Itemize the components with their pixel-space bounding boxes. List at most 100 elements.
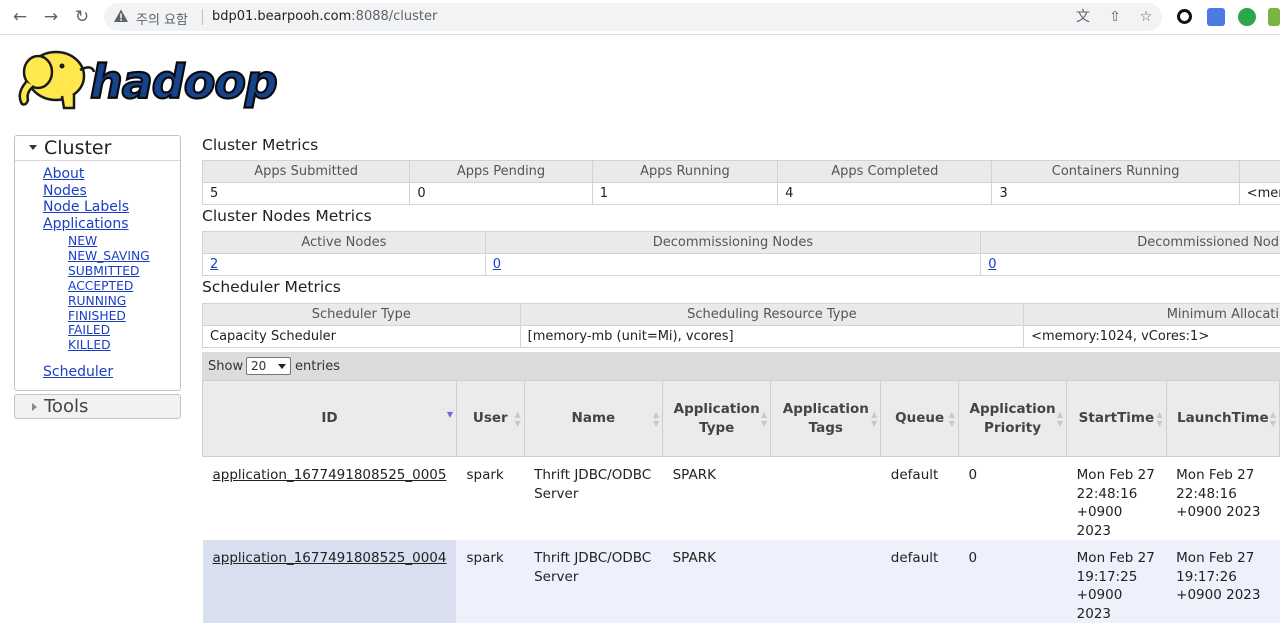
scheduler-metrics-table: Scheduler Type Scheduling Resource Type … xyxy=(202,303,1280,348)
app-user: spark xyxy=(456,540,525,623)
metrics-value: <mem xyxy=(1238,182,1280,205)
column-header-queue[interactable]: Queue ▲ ▼ xyxy=(880,380,959,457)
column-header-launch-time[interactable]: LaunchTime ▲ ▼ xyxy=(1165,380,1280,457)
forward-icon[interactable]: → xyxy=(40,6,62,28)
dropdown-caret-icon xyxy=(278,364,286,369)
column-header-label: User xyxy=(472,410,508,426)
nav-link-about[interactable]: About xyxy=(43,166,129,183)
share-icon[interactable]: ⇧ xyxy=(1106,8,1124,26)
node-metrics-title: Cluster Nodes Metrics xyxy=(202,207,372,225)
address-bar[interactable]: 주의 요함 bdp01.bearpooh.com:8088/cluster 文 … xyxy=(104,3,1162,31)
column-header-start-time[interactable]: StartTime ▲ ▼ xyxy=(1066,380,1167,457)
app-id-link[interactable]: application_1677491808525_0004 xyxy=(213,550,447,566)
metrics-header: Apps Pending xyxy=(409,160,593,183)
extension-partial-icon[interactable] xyxy=(1268,8,1280,26)
sort-desc-icon: ▼ xyxy=(446,410,453,419)
cluster-nav-links: About Nodes Node Labels Applications xyxy=(43,166,129,232)
nav-link-applications[interactable]: Applications xyxy=(43,216,129,233)
metrics-header: Apps Running xyxy=(591,160,779,183)
nav-link-state-failed[interactable]: FAILED xyxy=(68,323,150,338)
column-header-label: Name xyxy=(571,410,616,426)
sort-icon: ▲ ▼ xyxy=(1057,410,1064,428)
nav-link-state-killed[interactable]: KILLED xyxy=(68,338,150,353)
nav-link-state-accepted[interactable]: ACCEPTED xyxy=(68,279,150,294)
nav-link-state-finished[interactable]: FINISHED xyxy=(68,309,150,324)
sort-icon: ▲ ▼ xyxy=(871,410,878,428)
extension-green-icon[interactable] xyxy=(1238,8,1256,26)
bookmark-star-icon[interactable]: ☆ xyxy=(1137,8,1155,26)
active-nodes-link[interactable]: 2 xyxy=(210,257,218,272)
sort-icon: ▲ ▼ xyxy=(761,410,768,428)
cluster-nav-panel: Cluster About Nodes Node Labels Applicat… xyxy=(14,135,181,391)
column-header-id[interactable]: ID ▼ xyxy=(202,380,457,457)
cluster-nav-header[interactable]: Cluster xyxy=(15,136,180,161)
app-id-link[interactable]: application_1677491808525_0005 xyxy=(213,467,447,483)
column-header-name[interactable]: Name ▲ ▼ xyxy=(523,380,664,457)
reload-icon[interactable]: ↻ xyxy=(71,6,93,28)
metrics-value: 0 xyxy=(409,182,593,205)
applications-table: ID ▼ User ▲ ▼ Name ▲ ▼ Application Type ▲ ▼ App… xyxy=(202,380,1280,623)
tools-nav-header[interactable]: Tools xyxy=(14,394,181,419)
column-header-label: Application Type xyxy=(673,400,760,436)
metrics-value: 3 xyxy=(991,182,1240,205)
nav-link-state-new[interactable]: NEW xyxy=(68,234,150,249)
nav-link-state-submitted[interactable]: SUBMITTED xyxy=(68,264,150,279)
column-header-label: ID xyxy=(321,410,338,426)
sort-icon: ▲ ▼ xyxy=(1156,410,1163,428)
nav-link-state-new-saving[interactable]: NEW_SAVING xyxy=(68,249,150,264)
column-header-label: Application Priority xyxy=(969,400,1056,436)
nav-link-node-labels[interactable]: Node Labels xyxy=(43,199,129,216)
min-allocation-value: <memory:1024, vCores:1> xyxy=(1023,325,1280,348)
column-header-label: Queue xyxy=(895,410,945,426)
column-header-user[interactable]: User ▲ ▼ xyxy=(455,380,525,457)
security-warning-label[interactable]: 주의 요함 xyxy=(136,9,188,28)
tools-nav-title: Tools xyxy=(44,396,89,417)
nav-link-state-running[interactable]: RUNNING xyxy=(68,294,150,309)
column-header-label: StartTime xyxy=(1078,410,1155,426)
scheduler-type-value: Capacity Scheduler xyxy=(202,325,521,348)
app-state-links: NEW NEW_SAVING SUBMITTED ACCEPTED RUNNIN… xyxy=(68,234,150,353)
column-header-app-type[interactable]: Application Type ▲ ▼ xyxy=(662,380,772,457)
extension-sync-icon[interactable] xyxy=(1177,9,1192,24)
node-metrics-table: Active Nodes Decommissioning Nodes Decom… xyxy=(202,231,1280,276)
metrics-header: Decommissioning Nodes xyxy=(484,231,982,254)
decommissioned-nodes-link[interactable]: 0 xyxy=(988,257,996,272)
url-path: :8088/cluster xyxy=(351,9,438,24)
extension-translate-icon[interactable] xyxy=(1207,8,1225,26)
nav-link-nodes[interactable]: Nodes xyxy=(43,183,129,200)
resource-type-value: [memory-mb (unit=Mi), vcores] xyxy=(519,325,1025,348)
column-header-label: LaunchTime xyxy=(1177,410,1269,426)
metrics-header: Scheduler Type xyxy=(202,303,521,326)
app-id-cell: application_1677491808525_0005 xyxy=(202,456,457,540)
column-header-priority[interactable]: Application Priority ▲ ▼ xyxy=(957,380,1068,457)
metrics-header: Minimum Allocati xyxy=(1023,303,1280,326)
metrics-header: Containers Running xyxy=(991,160,1240,183)
app-start-time: Mon Feb 27 22:48:16 +0900 2023 xyxy=(1066,456,1167,540)
app-queue: default xyxy=(880,540,959,623)
app-start-time: Mon Feb 27 19:17:25 +0900 2023 xyxy=(1066,540,1167,623)
url-text[interactable]: bdp01.bearpooh.com:8088/cluster xyxy=(212,9,437,24)
translate-icon[interactable]: 文 xyxy=(1074,8,1092,26)
metrics-header: Decommissioned Nod xyxy=(980,231,1280,254)
column-header-app-tags[interactable]: Application Tags ▲ ▼ xyxy=(770,380,882,457)
app-launch-time: Mon Feb 27 19:17:26 +0900 2023 xyxy=(1166,540,1280,623)
app-tags xyxy=(770,456,881,540)
metrics-header: Apps Submitted xyxy=(201,160,411,183)
back-icon[interactable]: ← xyxy=(9,6,31,28)
page-size-select[interactable]: 20 xyxy=(246,357,291,375)
decommissioning-nodes-link[interactable]: 0 xyxy=(493,257,501,272)
warning-icon[interactable] xyxy=(113,8,129,24)
metrics-value: 1 xyxy=(591,182,779,205)
hadoop-wordmark: hadoop xyxy=(90,55,277,109)
apps-table-toolbar: Show 20 entries xyxy=(202,352,1280,380)
browser-toolbar: ← → ↻ 주의 요함 bdp01.bearpooh.com:8088/clus… xyxy=(0,0,1280,35)
page-size-value: 20 xyxy=(251,359,267,373)
app-queue: default xyxy=(880,456,959,540)
column-header-label: Application Tags xyxy=(782,400,869,436)
cluster-metrics-table: Apps Submitted Apps Pending Apps Running… xyxy=(201,160,1280,205)
app-user: spark xyxy=(456,456,525,540)
metrics-value: 5 xyxy=(201,182,411,205)
metrics-value: 4 xyxy=(777,182,993,205)
app-type: SPARK xyxy=(662,456,771,540)
nav-link-scheduler[interactable]: Scheduler xyxy=(43,364,113,380)
